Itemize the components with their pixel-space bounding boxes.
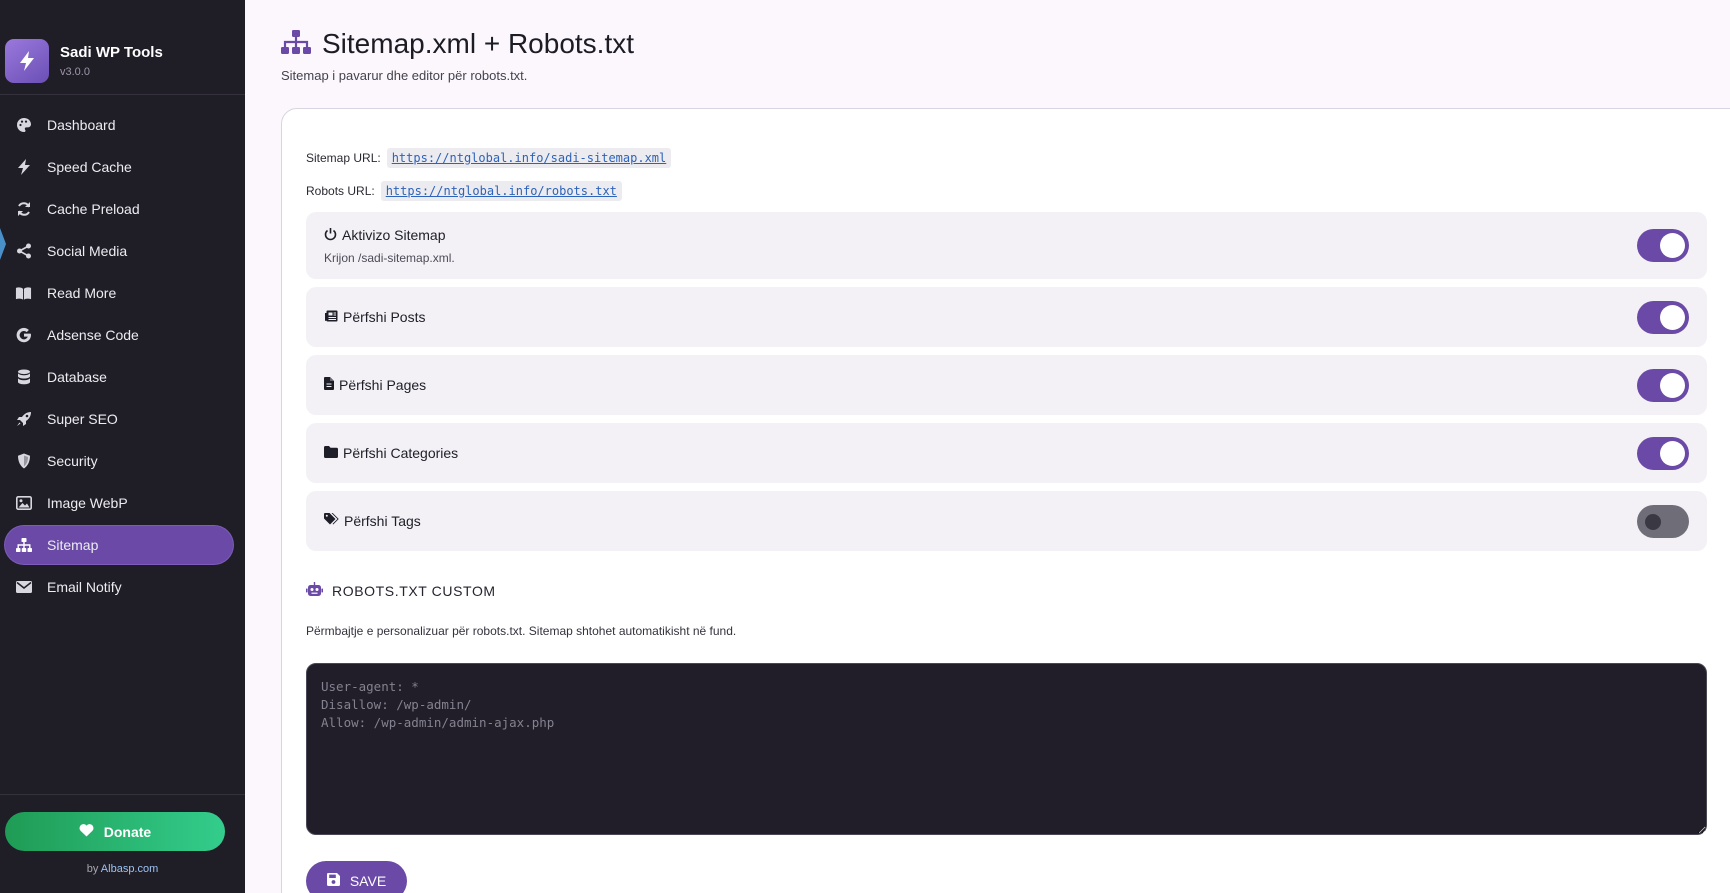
sidebar-item-sitemap[interactable]: Sitemap bbox=[5, 526, 233, 564]
robot-icon bbox=[306, 582, 323, 600]
option-include-pages: Përfshi Pages bbox=[306, 355, 1707, 415]
option-include-posts: Përfshi Posts bbox=[306, 287, 1707, 347]
sidebar-item-dashboard[interactable]: Dashboard bbox=[5, 106, 233, 144]
sidebar-item-adsense-code[interactable]: Adsense Code bbox=[5, 316, 233, 354]
credit-link[interactable]: Albasp.com bbox=[101, 863, 158, 875]
credit-prefix: by bbox=[86, 863, 99, 875]
settings-card: Sitemap URL: https://ntglobal.info/sadi-… bbox=[281, 108, 1730, 893]
rocket-icon bbox=[15, 411, 32, 428]
sitemap-url-row: Sitemap URL: https://ntglobal.info/sadi-… bbox=[306, 148, 672, 168]
page-subtitle: Sitemap i pavarur dhe editor për robots.… bbox=[281, 68, 528, 83]
bolt-icon bbox=[15, 159, 32, 176]
sidebar-item-social-media[interactable]: Social Media bbox=[5, 232, 233, 270]
sitemap-icon bbox=[15, 537, 32, 554]
brand-logo-bolt-icon bbox=[5, 39, 49, 83]
sidebar-item-label: Dashboard bbox=[47, 117, 116, 133]
shield-icon bbox=[15, 453, 32, 470]
sidebar-item-label: Email Notify bbox=[47, 579, 122, 595]
google-icon bbox=[15, 327, 32, 344]
sitemap-url-label: Sitemap URL: bbox=[306, 151, 381, 165]
save-icon bbox=[326, 873, 340, 889]
main-content: Sitemap.xml + Robots.txt Sitemap i pavar… bbox=[245, 0, 1730, 893]
page-title: Sitemap.xml + Robots.txt bbox=[322, 28, 635, 59]
book-icon bbox=[15, 285, 32, 302]
sidebar-item-speed-cache[interactable]: Speed Cache bbox=[5, 148, 233, 186]
section-title-text: ROBOTS.TXT CUSTOM bbox=[332, 583, 496, 599]
sidebar-footer: Donate by Albasp.com bbox=[0, 794, 245, 893]
power-icon bbox=[324, 227, 337, 244]
folder-icon bbox=[324, 445, 338, 461]
sidebar-item-label: Security bbox=[47, 453, 98, 469]
toggle-include-categories[interactable] bbox=[1637, 436, 1689, 470]
brand-version: v3.0.0 bbox=[60, 66, 90, 78]
sidebar-item-security[interactable]: Security bbox=[5, 442, 233, 480]
sidebar-item-super-seo[interactable]: Super SEO bbox=[5, 400, 233, 438]
option-description: Krijon /sadi-sitemap.xml. bbox=[324, 250, 455, 265]
sidebar-item-label: Adsense Code bbox=[47, 327, 139, 343]
option-enable-sitemap: Aktivizo Sitemap Krijon /sadi-sitemap.xm… bbox=[306, 212, 1707, 279]
brand-name: Sadi WP Tools bbox=[60, 44, 163, 61]
sidebar-item-label: Cache Preload bbox=[47, 201, 140, 217]
sidebar-item-label: Speed Cache bbox=[47, 159, 132, 175]
envelope-icon bbox=[15, 579, 32, 596]
sidebar-item-label: Read More bbox=[47, 285, 117, 301]
toggle-enable-sitemap[interactable] bbox=[1637, 229, 1689, 262]
sidebar-item-label: Sitemap bbox=[47, 537, 99, 553]
tags-icon bbox=[324, 513, 339, 529]
palette-icon bbox=[15, 117, 32, 134]
image-icon bbox=[15, 495, 32, 512]
option-include-categories: Përfshi Categories bbox=[306, 423, 1707, 483]
donate-button[interactable]: Donate bbox=[5, 812, 225, 851]
option-label: Përfshi Tags bbox=[344, 513, 421, 529]
save-label: SAVE bbox=[349, 873, 387, 889]
robots-help-text: Përmbajtje e personalizuar për robots.tx… bbox=[306, 624, 737, 638]
credit: by Albasp.com bbox=[0, 863, 245, 875]
toggle-include-pages[interactable] bbox=[1637, 368, 1689, 402]
robots-txt-editor[interactable] bbox=[306, 663, 1707, 835]
file-icon bbox=[324, 377, 334, 393]
sidebar-item-label: Super SEO bbox=[47, 411, 118, 427]
newspaper-icon bbox=[324, 309, 338, 325]
database-icon bbox=[15, 369, 32, 386]
robots-url-link[interactable]: https://ntglobal.info/robots.txt bbox=[380, 181, 622, 201]
sidebar-item-label: Database bbox=[47, 369, 107, 385]
save-button[interactable]: SAVE bbox=[306, 861, 407, 893]
sidebar-item-label: Social Media bbox=[47, 243, 128, 259]
sidebar-item-read-more[interactable]: Read More bbox=[5, 274, 233, 312]
option-label: Përfshi Categories bbox=[343, 445, 459, 461]
page-header: Sitemap.xml + Robots.txt Sitemap i pavar… bbox=[281, 28, 634, 83]
option-label: Përfshi Posts bbox=[343, 309, 426, 325]
sidebar-item-label: Image WebP bbox=[47, 495, 128, 511]
sidebar-item-database[interactable]: Database bbox=[5, 358, 233, 396]
donate-label: Donate bbox=[103, 823, 152, 840]
robots-url-label: Robots URL: bbox=[306, 184, 375, 198]
heart-icon bbox=[79, 823, 94, 840]
sitemap-url-link[interactable]: https://ntglobal.info/sadi-sitemap.xml bbox=[386, 148, 672, 168]
sidebar-nav: Dashboard Speed Cache Cache Preload Soci… bbox=[0, 95, 245, 606]
sitemap-icon bbox=[281, 29, 311, 59]
robots-url-row: Robots URL: https://ntglobal.info/robots… bbox=[306, 181, 622, 201]
option-label: Përfshi Pages bbox=[339, 377, 427, 393]
refresh-icon bbox=[15, 201, 32, 218]
option-include-tags: Përfshi Tags bbox=[306, 491, 1707, 551]
toggle-include-posts[interactable] bbox=[1637, 300, 1689, 334]
option-label: Aktivizo Sitemap bbox=[342, 227, 446, 243]
sidebar-item-email-notify[interactable]: Email Notify bbox=[5, 568, 233, 606]
collapse-notch-icon[interactable] bbox=[0, 228, 6, 260]
share-icon bbox=[15, 243, 32, 260]
sidebar-item-image-webp[interactable]: Image WebP bbox=[5, 484, 233, 522]
toggle-include-tags[interactable] bbox=[1637, 504, 1689, 538]
robots-section-title: ROBOTS.TXT CUSTOM bbox=[306, 582, 496, 600]
brand[interactable]: Sadi WP Tools v3.0.0 bbox=[0, 0, 245, 95]
sidebar: Sadi WP Tools v3.0.0 Dashboard Speed Cac… bbox=[0, 0, 245, 893]
sidebar-item-cache-preload[interactable]: Cache Preload bbox=[5, 190, 233, 228]
